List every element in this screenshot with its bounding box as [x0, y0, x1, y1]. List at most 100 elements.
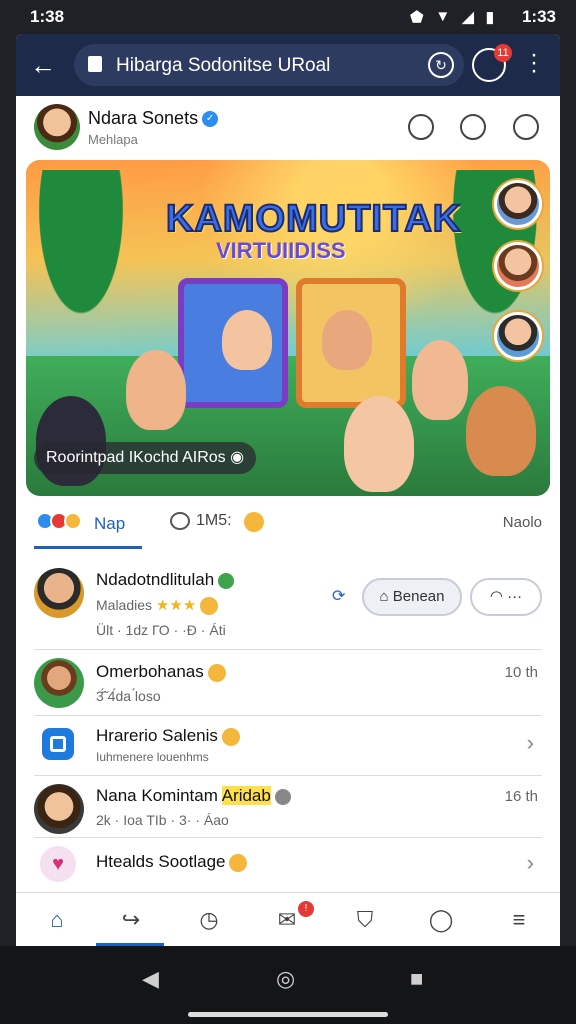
back-triangle-icon[interactable]: ◀: [142, 966, 159, 992]
cover-banner[interactable]: KAMOMUTITAK VIRTUIIDISS Roorintpad IKoch…: [26, 160, 550, 496]
overflow-menu-icon[interactable]: · · ·: [524, 43, 544, 83]
search-icon-secondary[interactable]: [460, 114, 486, 140]
story-avatar[interactable]: [494, 312, 542, 360]
list-item-title-row: Omerbohanas: [96, 662, 226, 682]
cartoon-kid: [222, 310, 272, 370]
app-screen: ← Hibarga Sodonitse URoal ↻ 11 · · · Ndara…: [16, 34, 560, 946]
profile-avatar[interactable]: [34, 104, 80, 150]
avatar[interactable]: [34, 658, 84, 708]
list-item-title-row: Htealds Sootlage: [96, 852, 248, 872]
list-item-title: Ndadotndlitulah: [96, 570, 215, 589]
list-item[interactable]: Hrarerio Salenis Iuhmenere louenhms ›: [34, 716, 542, 776]
recents-square-icon[interactable]: ■: [410, 966, 423, 992]
wifi-icon: ▼: [435, 8, 451, 25]
banner-subtitle: VIRTUIIDISS: [216, 238, 346, 263]
list-item-title: Omerbohanas: [96, 662, 204, 681]
heart-icon: ♥: [40, 846, 76, 882]
feed-list: Ndadotndlitulah Maladies ★★★ Ült · 1dz Г…: [34, 558, 542, 890]
list-item-subtitle: 2k · Ioa TIb · 3· · Áao: [96, 812, 229, 828]
list-item-title: Nana Komintam: [96, 786, 218, 805]
tabs-button[interactable]: 11: [472, 44, 512, 82]
list-item-meta: Ült · 1dz ГО · ·Ð · Áti: [96, 622, 226, 638]
list-item-title-row: Nana Komintam Aridab: [96, 786, 291, 806]
haha-icon: [64, 512, 82, 530]
gesture-bar[interactable]: [188, 1012, 388, 1017]
bell-icon: ◠: [489, 588, 503, 605]
caption-dot-icon: ◉: [230, 449, 245, 466]
lock-icon: [88, 56, 102, 72]
banner-caption[interactable]: Roorintpad IKochd AIRos ◉: [34, 442, 257, 474]
list-item-title-row: Ndadotndlitulah: [96, 570, 235, 590]
system-icons: ⬟ ▼ ◢ ▮: [410, 8, 494, 26]
clock-icon[interactable]: ◷: [194, 905, 224, 935]
signal-icon: ◢: [462, 9, 474, 26]
cartoon-kid: [412, 340, 468, 420]
verified-icon: [274, 788, 291, 805]
home-circle-icon[interactable]: ◎: [276, 966, 295, 992]
profile-name: Ndara Sonets: [88, 108, 199, 128]
list-item-subtitle: 3́̃̄ 4́da ́loso: [96, 688, 161, 704]
story-avatar[interactable]: [494, 242, 542, 290]
smile-icon: [207, 663, 226, 682]
list-item[interactable]: Nana Komintam Aridab 2k · Ioa TIb · 3· ·…: [34, 776, 542, 838]
share-icon[interactable]: ↪: [116, 905, 146, 935]
sync-icon[interactable]: ⟳: [332, 586, 345, 606]
profile-name-row: Ndara Sonets ✓: [88, 108, 219, 129]
reload-icon[interactable]: ↻: [428, 52, 454, 78]
url-text: Hibarga Sodonitse URoal: [116, 55, 331, 76]
tab-nap[interactable]: Nap: [94, 514, 125, 534]
avatar[interactable]: [34, 784, 84, 834]
tab-more[interactable]: Naolo: [503, 514, 542, 531]
verified-icon: ✓: [202, 111, 219, 128]
active-tab-indicator: [34, 546, 142, 549]
app-icon: [42, 728, 74, 760]
back-arrow-icon[interactable]: ←: [30, 50, 60, 80]
list-item-title: Htealds Sootlage: [96, 852, 226, 871]
status-bar: 1:38 ⬟ ▼ ◢ ▮ 1:33: [0, 0, 576, 34]
banner-title: KAMOMUTITAK: [165, 197, 462, 241]
list-item[interactable]: Ndadotndlitulah Maladies ★★★ Ült · 1dz Г…: [34, 558, 542, 650]
tabs-count-badge: 11: [494, 44, 512, 62]
list-item-subtitle: Iuhmenere louenhms: [96, 750, 209, 764]
more-options-button[interactable]: ◠ ···: [470, 578, 542, 616]
search-icon[interactable]: [408, 114, 434, 140]
smile-icon: [221, 727, 240, 746]
list-item[interactable]: ♥ Htealds Sootlage ›: [34, 838, 542, 890]
avatar[interactable]: [34, 568, 84, 618]
smile-icon: [200, 597, 219, 616]
notification-badge: !: [298, 901, 314, 917]
primary-action-label: Benean: [392, 588, 445, 605]
timestamp: 16 th: [504, 788, 538, 805]
list-item[interactable]: Omerbohanas 3́̃̄ 4́da ́loso 10 th: [34, 650, 542, 716]
list-item-title: Hrarerio Salenis: [96, 726, 218, 745]
shield-icon: ⬟: [410, 9, 424, 26]
cartoon-fox: [466, 386, 536, 476]
primary-action-button[interactable]: ⌂ Benean: [362, 578, 462, 616]
highlighted-text: Aridab: [221, 786, 271, 805]
status-time-left: 1:38: [30, 7, 65, 26]
story-avatar[interactable]: [494, 180, 542, 228]
list-item-title-row: Hrarerio Salenis: [96, 726, 240, 746]
cartoon-kid: [126, 350, 186, 430]
menu-icon[interactable]: ≡: [504, 905, 534, 935]
content-tabs: Nap 1M5: Naolo: [16, 504, 560, 550]
info-icon[interactable]: [513, 114, 539, 140]
comment-icon: [170, 512, 190, 530]
url-field[interactable]: Hibarga Sodonitse URoal ↻: [74, 44, 464, 86]
emoji-icon: [244, 512, 264, 532]
list-item-subtitle: Maladies: [96, 597, 153, 613]
verified-icon: [218, 572, 235, 589]
profile-icon[interactable]: ◯: [426, 905, 456, 935]
shield-icon[interactable]: ⛉: [350, 905, 380, 935]
profile-header: Ndara Sonets ✓ Mehlapa: [16, 96, 560, 160]
chevron-right-icon[interactable]: ›: [527, 850, 534, 876]
smile-icon: [229, 853, 248, 872]
timestamp: 10 th: [504, 664, 538, 681]
chevron-right-icon[interactable]: ›: [527, 730, 534, 756]
tab-comments[interactable]: 1M5:: [196, 512, 232, 530]
list-item-subtitle-row: Maladies ★★★: [96, 596, 219, 616]
home-icon[interactable]: ⌂: [42, 905, 72, 935]
status-time-right: 1:33: [521, 7, 556, 26]
profile-subtitle: Mehlapa: [88, 132, 138, 147]
cartoon-kid: [344, 396, 414, 492]
